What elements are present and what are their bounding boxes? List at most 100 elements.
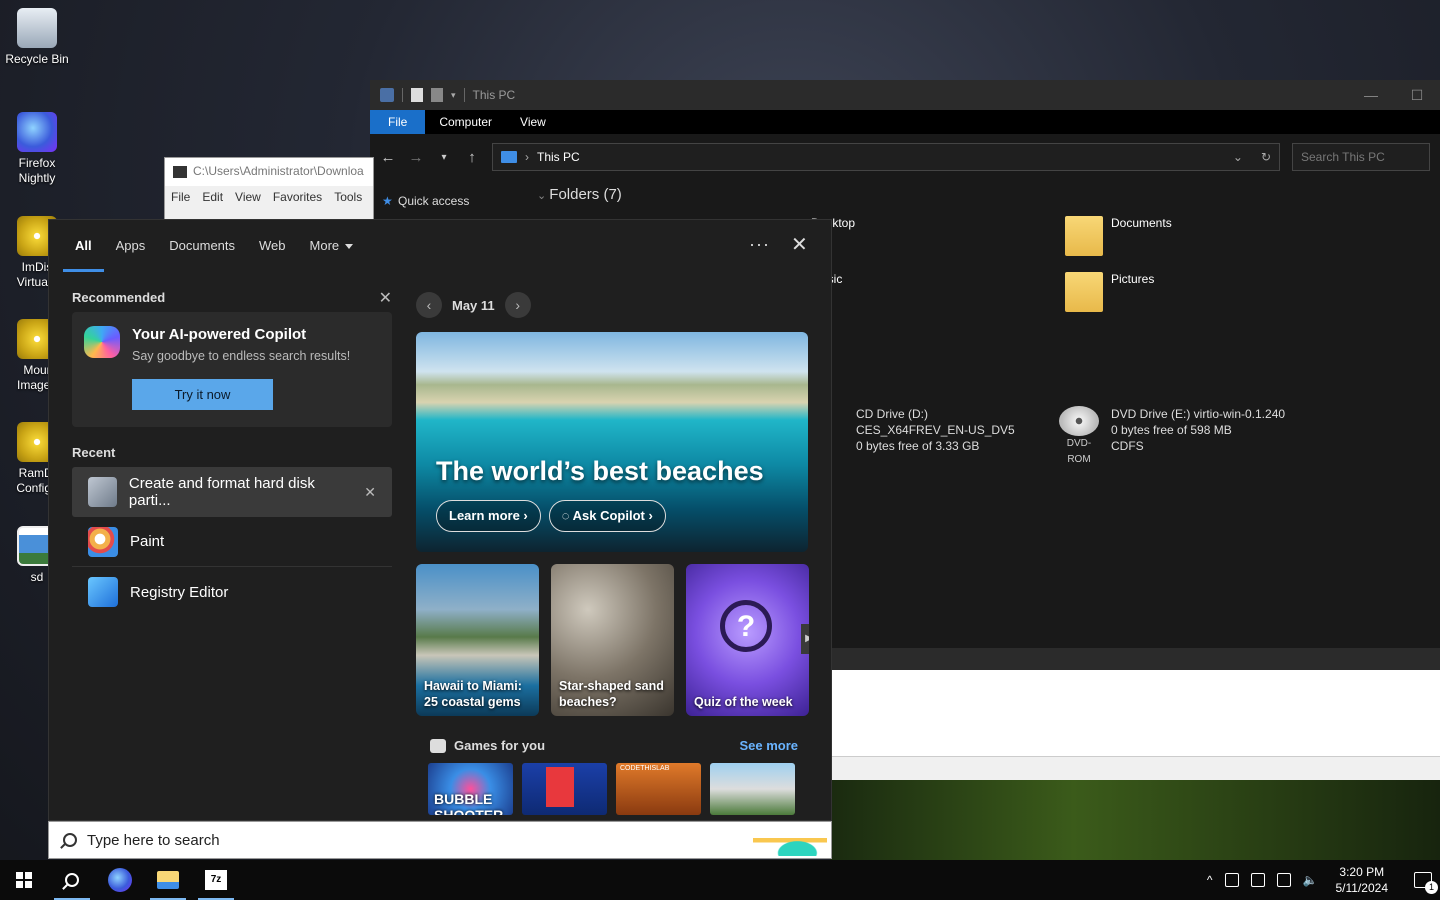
tab-all[interactable]: All — [63, 220, 104, 272]
recent-item-label: Paint — [130, 533, 165, 550]
explorer-scroll-area — [832, 648, 1440, 670]
forward-arrow-icon[interactable]: → — [408, 149, 424, 166]
explorer-title-bar[interactable]: ▾ This PC — ☐ — [370, 80, 1440, 110]
tab-view[interactable]: View — [506, 110, 560, 134]
minimize-icon[interactable]: — — [1348, 87, 1394, 104]
recent-locations-chevron-icon[interactable]: ▾ — [436, 152, 452, 163]
taskbar-search-button[interactable] — [48, 860, 96, 900]
copilot-card-subtitle: Say goodbye to endless search results! — [132, 349, 351, 363]
drive-dvd-e[interactable]: DVD-ROM DVD Drive (E:) virtio-win-0.1.24… — [1057, 406, 1285, 465]
menu-file[interactable]: File — [171, 190, 190, 204]
folder-pictures[interactable]: Pictures — [1065, 272, 1154, 312]
desktop-icon-firefox-nightly[interactable]: Firefox Nightly — [0, 112, 74, 186]
search-left-column: Recommended ✕ Your AI-powered Copilot Sa… — [72, 290, 392, 617]
recent-label: Recent — [72, 445, 116, 460]
menu-favorites[interactable]: Favorites — [273, 190, 322, 204]
previous-day-icon[interactable]: ‹ — [416, 292, 442, 318]
explorer-search-input[interactable]: Search This PC — [1292, 143, 1430, 171]
tab-documents[interactable]: Documents — [157, 220, 247, 272]
next-day-icon[interactable]: › — [504, 292, 531, 318]
tab-more[interactable]: More — [298, 220, 366, 272]
breadcrumb-chevron-icon[interactable]: › — [525, 150, 529, 164]
disk-management-icon — [88, 477, 117, 507]
tray-security-icon[interactable] — [1250, 873, 1265, 887]
desktop-wallpaper-green — [830, 780, 1440, 860]
chevron-down-icon: ⌄ — [537, 190, 550, 202]
taskbar-firefox-nightly[interactable] — [96, 860, 144, 900]
recent-item-registry-editor[interactable]: Registry Editor — [72, 567, 392, 617]
drive-cd-d[interactable]: CD Drive (D:) CES_X64FREV_EN-US_DV5 0 by… — [856, 406, 1015, 454]
tab-apps[interactable]: Apps — [104, 220, 158, 272]
search-input[interactable] — [87, 831, 687, 849]
clock[interactable]: 3:20 PM 5/11/2024 — [1336, 864, 1389, 896]
copilot-promo-card[interactable]: Your AI-powered Copilot Say goodbye to e… — [72, 312, 392, 427]
more-options-icon[interactable]: ··· — [749, 234, 770, 255]
menu-edit[interactable]: Edit — [202, 190, 223, 204]
recycle-bin-icon — [17, 8, 57, 48]
properties-icon[interactable] — [411, 88, 423, 102]
dismiss-recommended-icon[interactable]: ✕ — [379, 288, 392, 308]
taskbar-file-explorer[interactable] — [144, 860, 192, 900]
highlight-cards: Hawaii to Miami: 25 coastal gems Star-sh… — [416, 564, 810, 716]
tab-web[interactable]: Web — [247, 220, 298, 272]
paint-icon — [88, 526, 118, 557]
refresh-icon[interactable]: ↻ — [1261, 150, 1271, 164]
sevenzip-path: C:\Users\Administrator\Downloa — [193, 164, 364, 178]
game-bubble-shooter[interactable]: BUBBLE SHOOTER — [428, 763, 513, 815]
tab-file[interactable]: File — [370, 110, 426, 134]
try-it-now-button[interactable]: Try it now — [132, 379, 273, 410]
volume-muted-icon[interactable]: 🔈 — [1303, 873, 1318, 887]
ask-copilot-button[interactable]: ◌ Ask Copilot › — [548, 500, 666, 532]
tray-app-icon[interactable] — [1224, 873, 1239, 887]
back-arrow-icon[interactable]: ← — [380, 149, 396, 166]
pictures-folder-icon — [1065, 272, 1103, 312]
games-header: Games for you See more — [416, 738, 810, 753]
remove-recent-icon[interactable]: ✕ — [364, 484, 376, 501]
close-icon[interactable]: ✕ — [791, 232, 808, 257]
menu-view[interactable]: View — [235, 190, 261, 204]
highlights-date: May 11 — [452, 297, 495, 313]
maximize-icon[interactable]: ☐ — [1394, 87, 1440, 104]
breadcrumb[interactable]: This PC — [537, 150, 580, 164]
show-hidden-icons-chevron-up-icon[interactable]: ^ — [1207, 873, 1213, 887]
see-more-link[interactable]: See more — [739, 738, 798, 753]
tab-computer[interactable]: Computer — [425, 110, 506, 134]
card-hawaii-to-miami[interactable]: Hawaii to Miami: 25 coastal gems — [416, 564, 539, 716]
card-quiz-of-the-week[interactable]: ? Quiz of the week ▶ — [686, 564, 809, 716]
folders-section-header[interactable]: ⌄ Folders (7) — [537, 186, 622, 203]
nav-item-quick-access[interactable]: Quick access — [370, 194, 525, 208]
registry-editor-icon — [88, 577, 118, 607]
desktop-icon-recycle-bin[interactable]: Recycle Bin — [0, 8, 74, 67]
game-title: BUBBLE SHOOTER — [434, 791, 504, 815]
copilot-logo-icon — [84, 326, 120, 358]
address-row: ← → ▾ ↑ › This PC ⌄ ↻ Search This PC — [370, 134, 1440, 180]
new-folder-icon[interactable] — [431, 88, 443, 102]
recent-item-label: Registry Editor — [130, 583, 229, 601]
recent-item-disk-management[interactable]: Create and format hard disk parti... ✕ — [72, 467, 392, 517]
notification-count-badge: 1 — [1425, 881, 1438, 894]
recent-header: Recent — [72, 445, 392, 467]
learn-more-button[interactable]: Learn more › — [436, 500, 541, 532]
start-button[interactable] — [0, 860, 48, 900]
taskbar-search-box[interactable] — [48, 821, 832, 859]
sevenzip-window[interactable]: C:\Users\Administrator\Downloa File Edit… — [164, 157, 374, 221]
caret-down-icon — [345, 244, 354, 250]
customize-toolbar-icon[interactable]: ▾ — [451, 90, 456, 101]
sevenzip-title: C:\Users\Administrator\Downloa — [165, 158, 373, 186]
network-icon[interactable] — [1276, 873, 1291, 887]
taskbar-7zip[interactable]: 7z — [192, 860, 240, 900]
game-car-racing[interactable] — [710, 763, 795, 815]
recent-item-paint[interactable]: Paint — [72, 517, 392, 567]
hero-card-beaches[interactable]: The world’s best beaches Learn more › ◌ … — [416, 332, 808, 552]
this-pc-icon — [380, 88, 394, 102]
card-star-shaped-sand[interactable]: Star-shaped sand beaches? — [551, 564, 674, 716]
game-block-puzzle[interactable] — [522, 763, 607, 815]
address-dropdown-icon[interactable]: ⌄ — [1233, 150, 1243, 164]
up-arrow-icon[interactable]: ↑ — [464, 149, 480, 166]
game-codethislab[interactable]: CODETHISLAB — [616, 763, 701, 815]
menu-tools[interactable]: Tools — [334, 190, 362, 204]
folder-documents[interactable]: Documents — [1065, 216, 1172, 256]
address-bar[interactable]: › This PC ⌄ ↻ — [492, 143, 1280, 171]
cards-next-arrow-icon[interactable]: ▶ — [801, 624, 809, 654]
action-center-notification-icon[interactable]: 1 — [1414, 872, 1438, 894]
